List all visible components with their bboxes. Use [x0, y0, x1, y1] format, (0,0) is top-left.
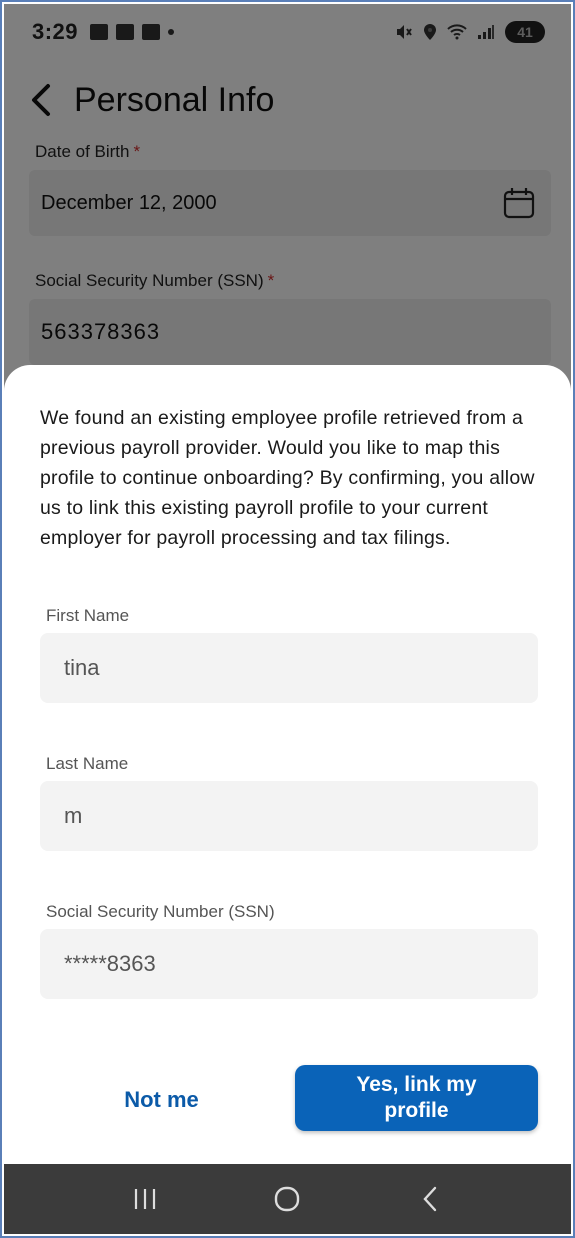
recents-icon[interactable]: [115, 1174, 175, 1224]
home-icon[interactable]: [257, 1174, 317, 1224]
first-name-label: First Name: [46, 606, 130, 625]
sheet-ssn-label: Social Security Number (SSN): [46, 902, 275, 921]
back-icon[interactable]: [400, 1174, 460, 1224]
sheet-ssn-field: *****8363: [40, 929, 538, 999]
first-name-value: tina: [64, 655, 100, 680]
last-name-value: m: [64, 803, 83, 828]
link-profile-button[interactable]: Yes, link my profile: [295, 1065, 538, 1131]
last-name-field: m: [40, 781, 538, 851]
phone-frame: 3:29 41: [0, 0, 575, 1238]
last-name-label: Last Name: [46, 754, 129, 773]
system-nav-bar: [4, 1164, 571, 1234]
first-name-field: tina: [40, 633, 538, 703]
link-profile-sheet: We found an existing employee profile re…: [4, 365, 571, 1164]
sheet-message: We found an existing employee profile re…: [40, 407, 535, 549]
sheet-ssn-value: *****8363: [64, 951, 156, 976]
not-me-button[interactable]: Not me: [94, 1077, 229, 1123]
